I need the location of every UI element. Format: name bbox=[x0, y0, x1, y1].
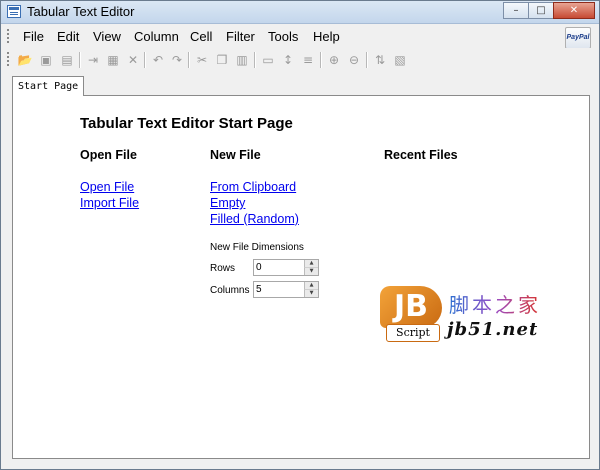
watermark-cn-text: 脚本之家 bbox=[449, 289, 541, 318]
menu-cell[interactable]: Cell bbox=[190, 29, 212, 44]
zoom-in-icon[interactable]: ⊕ bbox=[326, 52, 342, 68]
view-icon[interactable]: ▧ bbox=[392, 52, 408, 68]
maximize-button[interactable]: □ bbox=[528, 2, 554, 19]
rows-down-arrow-icon[interactable]: ▼ bbox=[304, 268, 318, 275]
tab-start-page[interactable]: Start Page bbox=[12, 76, 85, 96]
menu-edit[interactable]: Edit bbox=[57, 29, 79, 44]
menu-file[interactable]: File bbox=[23, 29, 44, 44]
tab-strip: Start Page bbox=[1, 72, 599, 96]
minimize-button[interactable]: – bbox=[503, 2, 529, 19]
window-title: Tabular Text Editor bbox=[27, 4, 135, 19]
zoom-out-icon[interactable]: ⊖ bbox=[346, 52, 362, 68]
import-file-link[interactable]: Import File bbox=[80, 196, 139, 210]
columns-stepper[interactable]: ▲ ▼ bbox=[253, 281, 319, 298]
merge-icon[interactable]: ▭ bbox=[260, 52, 276, 68]
split-icon[interactable]: ↕ bbox=[280, 52, 296, 68]
recent-files-heading: Recent Files bbox=[384, 148, 458, 162]
save-as-icon[interactable]: ▤ bbox=[59, 52, 75, 68]
watermark-script-label: Script bbox=[386, 324, 440, 342]
rows-up-arrow-icon[interactable]: ▲ bbox=[304, 260, 318, 268]
toolbar-separator bbox=[144, 52, 146, 68]
import-icon[interactable]: ⇥ bbox=[85, 52, 101, 68]
toolbar-separator bbox=[188, 52, 190, 68]
page-title: Tabular Text Editor Start Page bbox=[80, 115, 293, 132]
menu-bar: File Edit View Column Cell Filter Tools … bbox=[1, 24, 599, 49]
menu-tools[interactable]: Tools bbox=[268, 29, 298, 44]
app-icon bbox=[7, 5, 21, 18]
filled-random-link[interactable]: Filled (Random) bbox=[210, 212, 299, 226]
menu-filter[interactable]: Filter bbox=[226, 29, 255, 44]
save-icon[interactable]: ▣ bbox=[38, 52, 54, 68]
toolbar-grip bbox=[7, 52, 9, 67]
open-file-heading: Open File bbox=[80, 148, 137, 162]
columns-label: Columns bbox=[210, 285, 250, 296]
start-page-panel: Tabular Text Editor Start Page Open File… bbox=[12, 95, 590, 459]
menu-view[interactable]: View bbox=[93, 29, 121, 44]
undo-icon[interactable]: ↶ bbox=[150, 52, 166, 68]
toolbar-separator bbox=[366, 52, 368, 68]
columns-down-arrow-icon[interactable]: ▼ bbox=[304, 290, 318, 297]
menu-grip bbox=[7, 29, 9, 43]
new-file-heading: New File bbox=[210, 148, 261, 162]
redo-icon[interactable]: ↷ bbox=[169, 52, 185, 68]
toolbar-separator bbox=[320, 52, 322, 68]
toolbar-separator bbox=[254, 52, 256, 68]
app-window: Tabular Text Editor – □ ✕ File Edit View… bbox=[0, 0, 600, 470]
delete-icon[interactable]: ✕ bbox=[125, 52, 141, 68]
watermark-url: jb51.net bbox=[447, 319, 539, 340]
paste-icon[interactable]: ▥ bbox=[234, 52, 250, 68]
watermark-jb-mark: JB bbox=[380, 286, 442, 328]
title-bar: Tabular Text Editor – □ ✕ bbox=[1, 1, 599, 24]
window-controls: – □ ✕ bbox=[503, 2, 595, 19]
toolbar: 📂 ▣ ▤ ⇥ ▦ ✕ ↶ ↷ ✂ ❐ ▥ ▭ ↕ ≡ ⊕ ⊖ ⇅ ▧ bbox=[1, 48, 599, 72]
columns-input[interactable] bbox=[256, 282, 304, 297]
rows-label: Rows bbox=[210, 263, 236, 274]
justify-icon[interactable]: ≡ bbox=[300, 52, 316, 68]
cut-icon[interactable]: ✂ bbox=[194, 52, 210, 68]
rows-stepper[interactable]: ▲ ▼ bbox=[253, 259, 319, 276]
close-button[interactable]: ✕ bbox=[553, 2, 595, 19]
toolbar-separator bbox=[79, 52, 81, 68]
paypal-button[interactable]: PayPal bbox=[565, 27, 591, 49]
menu-help[interactable]: Help bbox=[313, 29, 340, 44]
from-clipboard-link[interactable]: From Clipboard bbox=[210, 180, 296, 194]
watermark-logo: JB Script bbox=[380, 286, 442, 342]
columns-up-arrow-icon[interactable]: ▲ bbox=[304, 282, 318, 290]
copy-icon[interactable]: ❐ bbox=[214, 52, 230, 68]
sort-icon[interactable]: ⇅ bbox=[372, 52, 388, 68]
export-icon[interactable]: ▦ bbox=[105, 52, 121, 68]
open-file-link[interactable]: Open File bbox=[80, 180, 134, 194]
empty-link[interactable]: Empty bbox=[210, 196, 245, 210]
menu-column[interactable]: Column bbox=[134, 29, 179, 44]
open-icon[interactable]: 📂 bbox=[17, 52, 33, 68]
new-file-dimensions-label: New File Dimensions bbox=[210, 242, 304, 253]
rows-input[interactable] bbox=[256, 260, 304, 275]
